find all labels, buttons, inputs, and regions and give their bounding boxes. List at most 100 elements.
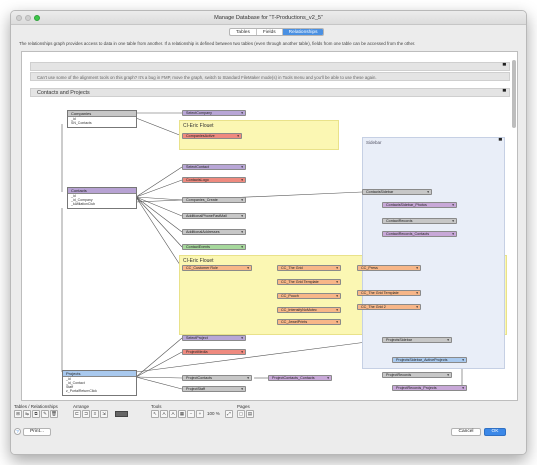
- table-occurrence[interactable]: CC_The Grid Template ▾: [357, 290, 421, 296]
- chevron-down-icon: ▾: [247, 266, 249, 270]
- chevron-down-icon: ▾: [336, 308, 338, 312]
- relationships-description: The relationships graph provides access …: [19, 41, 416, 46]
- table-occurrence[interactable]: ProjectContacts ▾: [182, 375, 252, 381]
- table-occurrence[interactable]: ContactEvents ▾: [182, 244, 246, 250]
- relationships-graph[interactable]: ▀ Can't use some of the alignment tools …: [21, 51, 518, 401]
- align-left-button[interactable]: ⊏: [73, 410, 81, 418]
- table-occurrence[interactable]: SelectProject ▾: [182, 335, 246, 341]
- table-occurrence[interactable]: ProjectsSidebar_ActiveProjects ▾: [392, 357, 467, 363]
- contacts-projects-band: Contacts and Projects ▀: [30, 88, 510, 97]
- table-projects[interactable]: Projects _id _id_Contact Staff z_PortalR…: [62, 370, 137, 396]
- chevron-down-icon: ▾: [447, 373, 449, 377]
- occurrence-label: AdditionalAddresses: [186, 230, 220, 234]
- table-occurrence[interactable]: SelectCompany ▾: [182, 110, 246, 116]
- tab-relationships[interactable]: Relationships: [282, 29, 324, 35]
- table-occurrence[interactable]: SelectContact ▾: [182, 164, 246, 170]
- graph-scroll-thumb[interactable]: [512, 60, 516, 128]
- manage-database-window: Manage Database for “T-Productions_v2_5”…: [10, 10, 527, 455]
- occurrence-label: CC_Press: [361, 266, 378, 270]
- occurrence-label: SelectContact: [186, 165, 209, 169]
- table-occurrence[interactable]: AdditionalAddresses ▾: [182, 229, 246, 235]
- text-size-icon[interactable]: A: [169, 410, 177, 418]
- tab-bar: Tables Fields Relationships: [229, 28, 325, 36]
- chevron-down-icon: ▾: [327, 376, 329, 380]
- occurrence-label: ContactsSidebar: [366, 190, 394, 194]
- tab-tables[interactable]: Tables: [230, 29, 257, 35]
- table-occurrence[interactable]: CC_Pouch ▾: [277, 293, 341, 299]
- arrange-label: Arrange: [73, 404, 90, 409]
- graph-vertical-scrollbar[interactable]: [512, 58, 516, 396]
- add-table-button[interactable]: ⊞: [14, 410, 22, 418]
- table-occurrence[interactable]: Companies_Create ▾: [182, 197, 246, 203]
- zoom-fit-icon[interactable]: ⤢: [225, 410, 233, 418]
- table-occurrence[interactable]: ProjectRecords_Projects ▾: [392, 385, 467, 391]
- chevron-down-icon: ▾: [416, 291, 418, 295]
- sidebar-group[interactable]: Sidebar ▀: [362, 137, 505, 369]
- tab-fields[interactable]: Fields: [257, 29, 283, 35]
- table-occurrence[interactable]: ProjectRecords ▾: [382, 372, 452, 378]
- table-occurrence[interactable]: CC_JewelPrints ▾: [277, 319, 341, 325]
- resize-button[interactable]: ⇲: [100, 410, 108, 418]
- table-occurrence[interactable]: CC_The Grid ▾: [277, 265, 341, 271]
- ok-button[interactable]: OK: [484, 428, 506, 436]
- table-occurrence[interactable]: ContactRecords_Contacts ▾: [382, 231, 457, 237]
- edit-button[interactable]: ✎: [41, 410, 49, 418]
- table-occurrence[interactable]: CC_IntensifyNoMotec ▾: [277, 307, 341, 313]
- close-window-button[interactable]: [16, 15, 22, 21]
- chevron-down-icon: ▾: [241, 178, 243, 182]
- add-relationship-button[interactable]: ⇋: [23, 410, 31, 418]
- tools-label: Tools: [151, 404, 162, 409]
- note-band-top: ▀: [30, 62, 510, 71]
- print-button[interactable]: Print...: [23, 428, 51, 436]
- table-occurrence[interactable]: CompaniesActive ▾: [182, 133, 242, 139]
- table-occurrence[interactable]: AdditionalPhoneFastMail ▾: [182, 213, 246, 219]
- tables-relationships-label: Tables / Relationships: [14, 404, 58, 409]
- table-occurrence[interactable]: ContactsSidebar ▾: [362, 189, 432, 195]
- occurrence-label: Companies_Create: [186, 198, 218, 202]
- chevron-down-icon: ▾: [452, 232, 454, 236]
- occurrence-label: ProjectsSidebar: [386, 338, 413, 342]
- occurrence-label: CC_IntensifyNoMotec: [281, 308, 317, 312]
- distribute-button[interactable]: ≡: [91, 410, 99, 418]
- chevron-down-icon: ▾: [241, 165, 243, 169]
- chevron-down-icon: ▾: [237, 134, 239, 138]
- occurrence-label: ContactEvents: [186, 245, 210, 249]
- align-center-button[interactable]: ⊐: [82, 410, 90, 418]
- table-occurrence[interactable]: CC_Customer Role ▾: [182, 265, 252, 271]
- table-occurrence[interactable]: CC_The Grid Template ▾: [277, 279, 341, 285]
- table-companies[interactable]: Companies _id SN_Contacts: [67, 110, 137, 128]
- minimize-window-button[interactable]: [25, 15, 31, 21]
- help-button[interactable]: ?: [14, 428, 21, 435]
- text-tool-icon[interactable]: A: [160, 410, 168, 418]
- bottom-toolbar: Tables / Relationships ⊞ ⇋ ⧉ ✎ 🗑 Arrange…: [11, 403, 526, 454]
- table-contacts[interactable]: Contacts _id _id_Company _kAfiliationClu…: [67, 187, 137, 209]
- duplicate-button[interactable]: ⧉: [32, 410, 40, 418]
- table-occurrence[interactable]: CC_The Grid 2 ▾: [357, 304, 421, 310]
- page-breaks-icon[interactable]: ▢: [237, 410, 245, 418]
- table-occurrence[interactable]: ProjectStaff ▾: [182, 386, 246, 392]
- chevron-down-icon: ▾: [247, 376, 249, 380]
- zoom-out-icon[interactable]: −: [187, 410, 195, 418]
- pointer-tool-icon[interactable]: ↖: [151, 410, 159, 418]
- zoom-in-icon[interactable]: +: [196, 410, 204, 418]
- page-setup-icon[interactable]: ▤: [246, 410, 254, 418]
- table-occurrence[interactable]: ProjectsSidebar ▾: [382, 337, 452, 343]
- table-occurrence[interactable]: ContactRecords ▾: [382, 218, 457, 224]
- grid-toggle-icon[interactable]: ▦: [178, 410, 186, 418]
- alignment-note: Can't use some of the alignment tools on…: [30, 72, 510, 81]
- occurrence-label: ProjectContacts: [186, 376, 213, 380]
- color-swatch[interactable]: [115, 411, 128, 417]
- sidebar-label: Sidebar: [366, 140, 382, 145]
- occurrence-label: ProjectRecords: [386, 373, 412, 377]
- table-occurrence[interactable]: ContactsSidebar_Photos ▾: [382, 202, 457, 208]
- chevron-down-icon: ▾: [336, 280, 338, 284]
- table-occurrence[interactable]: ContactsLogo ▾: [182, 177, 246, 183]
- zoom-window-button[interactable]: [34, 15, 40, 21]
- table-occurrence[interactable]: CC_Press ▾: [357, 265, 421, 271]
- occurrence-label: ContactRecords_Contacts: [386, 232, 430, 236]
- table-occurrence[interactable]: ProjectMedia ▾: [182, 349, 246, 355]
- delete-button[interactable]: 🗑: [50, 410, 58, 418]
- table-occurrence[interactable]: ProjectContacts_Contacts ▾: [268, 375, 332, 381]
- cancel-button[interactable]: Cancel: [451, 428, 481, 436]
- window-controls: [16, 15, 40, 21]
